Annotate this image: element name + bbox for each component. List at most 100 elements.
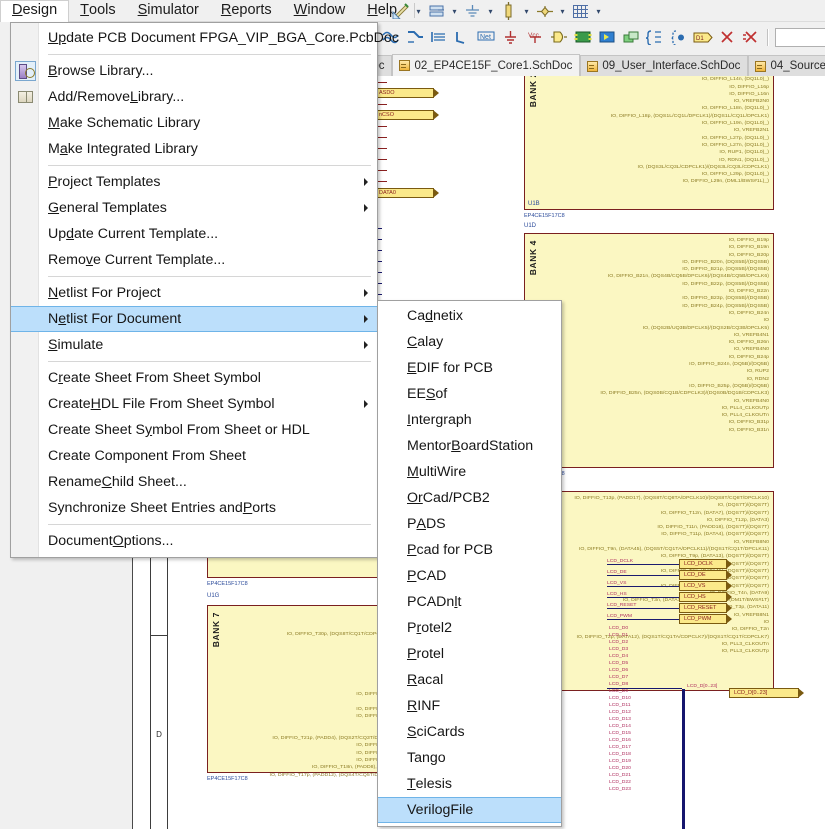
chevron-down-icon[interactable]: ▾ bbox=[593, 1, 604, 21]
menu-item-netlist-for-document[interactable]: Ne tlist For Document bbox=[11, 306, 377, 332]
ruler-pencil-icon[interactable] bbox=[390, 1, 411, 21]
submenu-item-pcadnlt[interactable]: PCADn l t bbox=[378, 589, 561, 615]
menu-item-add-remove-library[interactable]: Add/Remove Library... bbox=[11, 84, 377, 110]
submenu-item-verilog-file[interactable]: Verilo g File bbox=[378, 797, 561, 823]
menubar-item-simulator[interactable]: Simulator bbox=[127, 0, 210, 21]
sheet-layers-icon[interactable] bbox=[426, 1, 447, 21]
menu-item-label: ke Integrated Library bbox=[67, 141, 198, 157]
place-gnd-power-port-icon[interactable] bbox=[500, 27, 521, 47]
design-dropdown-menu[interactable]: Up date PCB Document FPGA_VIP_BGA_Core.Pc… bbox=[10, 22, 399, 558]
submenu-item-label-pre: Mentor bbox=[407, 438, 452, 454]
menu-item-label: ptions... bbox=[123, 533, 174, 549]
menu-item-create-sheet-from-sheet-symbol[interactable]: Cr eate Sheet From Sheet Symbol bbox=[11, 365, 377, 391]
chevron-down-icon[interactable]: ▾ bbox=[521, 1, 532, 21]
submenu-item-orcad-pcb2[interactable]: Or Cad/PCB2 bbox=[378, 485, 561, 511]
place-bus-icon[interactable] bbox=[404, 27, 425, 47]
port[interactable]: LCD_DE bbox=[679, 570, 732, 580]
place-bus-entry-icon[interactable] bbox=[452, 27, 473, 47]
submenu-item-tango[interactable]: Tan g o bbox=[378, 745, 561, 771]
place-sheet-symbol-icon[interactable] bbox=[572, 27, 593, 47]
bus-port[interactable]: LCD_D[0..23] bbox=[729, 688, 804, 698]
submenu-item-pads[interactable]: P A DS bbox=[378, 511, 561, 537]
place-no-erc-icon[interactable] bbox=[716, 27, 737, 47]
document-tab-active[interactable]: 02_EP4CE15F_Core1.SchDoc bbox=[392, 54, 581, 76]
submenu-item-cadnetix[interactable]: Ca d netix bbox=[378, 303, 561, 329]
port[interactable]: LCD_HS bbox=[679, 592, 732, 602]
submenu-item-intergraph[interactable]: Intergraph bbox=[378, 407, 561, 433]
component-bank-2[interactable]: BANK 2 IO, DIFFIO_L14p, (DQ1L0)_) IO, DI… bbox=[524, 76, 774, 210]
menu-item-create-component-from-sheet[interactable]: Create Component From Sheet bbox=[11, 443, 377, 469]
document-tab-strip[interactable]: Doc 02_EP4CE15F_Core1.SchDoc 09_User_Int… bbox=[342, 54, 825, 76]
netlist-for-document-submenu[interactable]: Ca d netix Calay E DIF for PCB EE Sof Interg… bbox=[377, 300, 562, 827]
resistor-part-icon[interactable] bbox=[498, 1, 519, 21]
chevron-down-icon[interactable]: ▾ bbox=[557, 1, 568, 21]
submenu-item-label-pre: Tan bbox=[407, 750, 430, 766]
place-net-label-icon[interactable]: Net bbox=[476, 27, 497, 47]
menu-item-browse-library[interactable]: Browse Library... bbox=[11, 58, 377, 84]
menubar-item-window[interactable]: Window bbox=[283, 0, 357, 21]
menu-item-project-templates[interactable]: Project Templates bbox=[11, 169, 377, 195]
submenu-item-calay[interactable]: Calay bbox=[378, 329, 561, 355]
submenu-item-pcad[interactable]: P CAD bbox=[378, 563, 561, 589]
submenu-item-mentor-boardstation[interactable]: Mentor BoardStation bbox=[378, 433, 561, 459]
port[interactable]: LCD_VS bbox=[679, 581, 732, 591]
place-compile-mask-icon[interactable] bbox=[740, 27, 761, 47]
port[interactable]: ASDO bbox=[374, 88, 439, 98]
menu-items-list[interactable]: Up date PCB Document FPGA_VIP_BGA_Core.Pc… bbox=[11, 23, 399, 557]
document-tab[interactable]: 09_User_Interface.SchDoc bbox=[580, 55, 749, 76]
menubar-item-tools[interactable]: Tools bbox=[69, 0, 126, 21]
menu-item-remove-current-template[interactable]: Remo v e Current Template... bbox=[11, 247, 377, 273]
menu-item-simulate[interactable]: Simulate bbox=[11, 332, 377, 358]
menu-item-make-schematic-library[interactable]: Make Schematic Library bbox=[11, 110, 377, 136]
menubar-item-design[interactable]: Design bbox=[0, 0, 70, 22]
menu-item-document-options[interactable]: Document Options... bbox=[11, 528, 377, 554]
menu-item-create-sheet-symbol-from-sheet-or-hdl[interactable]: Create Sheet Sy mbol From Sheet or HDL bbox=[11, 417, 377, 443]
port[interactable]: nCSO bbox=[374, 110, 439, 120]
submenu-item-scicards[interactable]: SciCards bbox=[378, 719, 561, 745]
port[interactable]: DATA0 bbox=[374, 188, 439, 198]
menu-item-netlist-for-project[interactable]: Netlist For Project bbox=[11, 280, 377, 306]
wiring-toolbar[interactable]: Net Vcc D1 bbox=[380, 24, 825, 50]
port[interactable]: LCD_RESET bbox=[679, 603, 732, 613]
place-sheet-entry-icon[interactable] bbox=[596, 27, 617, 47]
place-part-icon[interactable] bbox=[548, 27, 569, 47]
document-tab[interactable]: 04_Source.Sc bbox=[748, 55, 825, 76]
place-harness-entry-icon[interactable] bbox=[668, 27, 689, 47]
place-port-icon[interactable]: D1 bbox=[692, 27, 713, 47]
menubar-item-reports[interactable]: Reports bbox=[210, 0, 283, 21]
submenu-item-edif-for-pcb[interactable]: E DIF for PCB bbox=[378, 355, 561, 381]
place-harness-connector-icon[interactable] bbox=[644, 27, 665, 47]
port[interactable]: LCD_DCLK bbox=[679, 559, 732, 569]
menu-item-label: tlist For Document bbox=[66, 311, 182, 327]
place-signal-harness-icon[interactable] bbox=[428, 27, 449, 47]
menu-item-make-integrated-library[interactable]: Ma ke Integrated Library bbox=[11, 136, 377, 162]
menu-item-update-pcb-document[interactable]: Up date PCB Document FPGA_VIP_BGA_Core.Pc… bbox=[11, 25, 399, 51]
submenu-item-pcad-for-pcb[interactable]: Pcad for PCB bbox=[378, 537, 561, 563]
toolbar-combo[interactable]: ▾ bbox=[775, 27, 825, 47]
net-node-icon[interactable] bbox=[534, 1, 555, 21]
grid-icon[interactable] bbox=[570, 1, 591, 21]
chevron-down-icon[interactable]: ▾ bbox=[413, 1, 424, 21]
menu-item-label: roject Templates bbox=[57, 174, 161, 190]
menu-item-rename-child-sheet[interactable]: Rename Child Sheet... bbox=[11, 469, 377, 495]
place-vcc-power-port-icon[interactable]: Vcc bbox=[524, 27, 545, 47]
submenu-item-telesis[interactable]: Telesis bbox=[378, 771, 561, 797]
menu-item-create-hdl-file-from-sheet-symbol[interactable]: Create H DL File From Sheet Symbol bbox=[11, 391, 377, 417]
submenu-item-rinf[interactable]: R INF bbox=[378, 693, 561, 719]
port[interactable]: LCD_PWM bbox=[679, 614, 732, 624]
chevron-down-icon[interactable]: ▾ bbox=[485, 1, 496, 21]
submenu-item-eesof[interactable]: EE Sof bbox=[378, 381, 561, 407]
menubar-item-label: indow bbox=[307, 1, 346, 18]
menu-item-synchronize-sheet-entries-and-ports[interactable]: Synchronize Sheet Entries and Ports bbox=[11, 495, 377, 521]
submenu-item-racal[interactable]: Racal bbox=[378, 667, 561, 693]
menu-item-update-current-template[interactable]: Up d ate Current Template... bbox=[11, 221, 377, 247]
ground-symbol-icon[interactable] bbox=[462, 1, 483, 21]
schematic-standard-toolbar[interactable]: ▾ ▾ ▾ ▾ ▾ ▾ bbox=[390, 0, 604, 22]
submenu-item-protel2[interactable]: Pr otel2 bbox=[378, 615, 561, 641]
submenu-item-multiwire[interactable]: MultiWire bbox=[378, 459, 561, 485]
menu-item-general-templates[interactable]: General Templates bbox=[11, 195, 377, 221]
submenu-items-list[interactable]: Ca d netix Calay E DIF for PCB EE Sof Interg… bbox=[378, 301, 561, 826]
submenu-item-protel[interactable]: Protel bbox=[378, 641, 561, 667]
chevron-down-icon[interactable]: ▾ bbox=[449, 1, 460, 21]
place-device-sheet-symbol-icon[interactable] bbox=[620, 27, 641, 47]
